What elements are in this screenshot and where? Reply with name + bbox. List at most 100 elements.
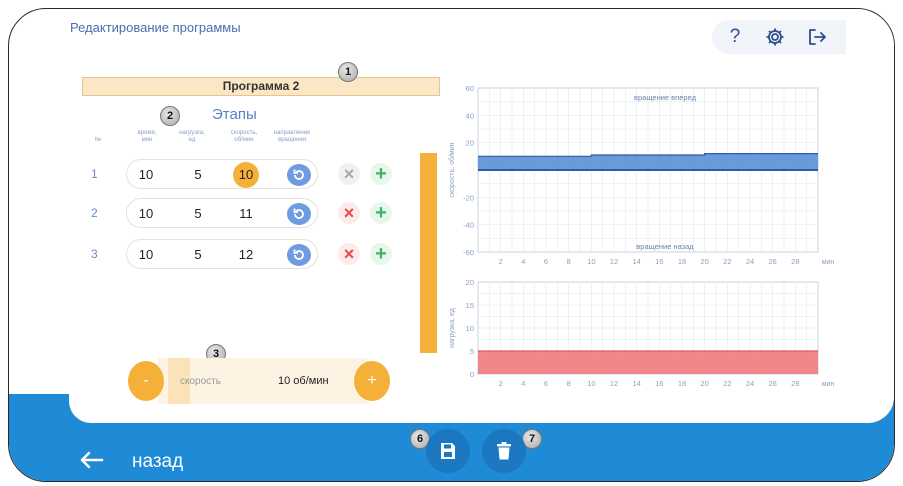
speed-chart-svg: 604020-20-40-602 4 6 8 10 12 14 16 18 20 22 24 26 28 м… <box>448 84 835 266</box>
add-stage-icon[interactable]: + <box>370 243 392 265</box>
x-tick-label: 4 <box>521 379 525 388</box>
x-tick-label: 10 <box>587 379 595 388</box>
x-tick-label: 2 <box>499 257 503 266</box>
stage-number: 1 <box>91 167 98 181</box>
x-tick-label: 26 <box>768 257 776 266</box>
remove-stage-icon[interactable]: × <box>338 163 360 185</box>
stage-load[interactable]: 5 <box>183 160 213 190</box>
remove-stage-icon[interactable]: × <box>338 202 360 224</box>
y-axis-label: скорость, об/мин <box>448 142 456 197</box>
x-tick-label: 20 <box>700 379 708 388</box>
y-tick-label: 20 <box>466 139 474 148</box>
gear-icon[interactable] <box>762 24 788 50</box>
column-header-time: время, мин <box>137 130 157 143</box>
x-tick-label: 14 <box>632 379 640 388</box>
series-area <box>478 351 818 374</box>
stage-row[interactable]: 10 5 11 <box>126 198 318 228</box>
rotate-direction-icon[interactable] <box>287 244 311 266</box>
page-title: Редактирование программы <box>70 20 241 35</box>
x-axis-unit: мин <box>822 381 835 388</box>
y-tick-label: -40 <box>463 221 474 230</box>
y-tick-label: 10 <box>466 324 474 333</box>
stage-load[interactable]: 5 <box>183 199 213 229</box>
logout-icon[interactable] <box>804 24 830 50</box>
annotation-backward: вращение назад <box>636 242 694 251</box>
x-tick-label: 4 <box>521 257 525 266</box>
program-name[interactable]: Программа 2 <box>82 77 440 96</box>
x-tick-label: 28 <box>791 379 799 388</box>
stage-row[interactable]: 10 5 12 <box>126 239 318 269</box>
x-tick-label: 12 <box>610 257 618 266</box>
stage-speed[interactable]: 11 <box>231 199 261 229</box>
column-header-direction: направление вращения <box>273 130 311 143</box>
annotation-forward: вращение вперед <box>634 93 697 102</box>
x-tick-label: 20 <box>700 257 708 266</box>
y-tick-label: 20 <box>466 278 474 287</box>
column-header-speed: скорость, об/мин <box>230 130 258 143</box>
x-tick-label: 24 <box>746 379 754 388</box>
stage-time[interactable]: 10 <box>131 199 161 229</box>
x-tick-label: 14 <box>632 257 640 266</box>
stage-speed[interactable]: 10 <box>233 162 259 188</box>
delete-button[interactable] <box>482 429 526 473</box>
y-tick-label: 5 <box>470 347 474 356</box>
stage-number: 3 <box>91 247 98 261</box>
load-chart-svg: 201510502 4 6 8 10 12 14 16 18 20 22 24 26 28 миннагру… <box>449 278 835 388</box>
stage-load[interactable]: 5 <box>183 240 213 270</box>
x-tick-label: 2 <box>499 379 503 388</box>
load-chart: 20 15 10 5 0 2 4 6 8 10 12 14 16 18 20 22 24 26 28 мин нагру… <box>440 276 840 391</box>
y-tick-label: 40 <box>466 111 474 120</box>
timeline-scroll-bar[interactable] <box>420 153 437 353</box>
stage-number: 2 <box>91 206 98 220</box>
y-tick-label: -20 <box>463 193 474 202</box>
y-tick-label: 0 <box>470 370 474 379</box>
x-tick-label: 22 <box>723 257 731 266</box>
callout-marker: 2 <box>160 106 180 126</box>
rotate-direction-icon[interactable] <box>287 164 311 186</box>
arrow-left-icon <box>78 446 108 477</box>
top-toolbar: ? <box>712 20 846 54</box>
x-tick-label: 22 <box>723 379 731 388</box>
x-tick-label: 8 <box>567 257 571 266</box>
x-tick-label: 18 <box>678 257 686 266</box>
x-axis-unit: мин <box>822 259 835 266</box>
x-tick-label: 18 <box>678 379 686 388</box>
x-tick-label: 24 <box>746 257 754 266</box>
x-tick-label: 28 <box>791 257 799 266</box>
column-header-load: нагрузка, ед <box>179 130 205 143</box>
save-button[interactable] <box>426 429 470 473</box>
back-label: назад <box>132 450 184 472</box>
y-axis-label: нагрузка, ед <box>449 308 456 348</box>
y-tick-label: 60 <box>466 84 474 93</box>
back-button[interactable]: назад <box>78 446 183 477</box>
x-tick-label: 16 <box>655 257 663 266</box>
speed-control: - скорость 10 об/мин + <box>128 358 390 404</box>
speed-increase-button[interactable]: + <box>354 361 390 401</box>
x-tick-label: 10 <box>587 257 595 266</box>
callout-marker: 1 <box>338 62 358 82</box>
stage-speed[interactable]: 12 <box>231 240 261 270</box>
x-tick-label: 26 <box>768 379 776 388</box>
y-tick-label: -60 <box>463 248 474 257</box>
speed-decrease-button[interactable]: - <box>128 361 164 401</box>
add-stage-icon[interactable]: + <box>370 163 392 185</box>
remove-stage-icon[interactable]: × <box>338 243 360 265</box>
add-stage-icon[interactable]: + <box>370 202 392 224</box>
x-tick-label: 6 <box>544 379 548 388</box>
stage-row[interactable]: 10 5 10 <box>126 159 318 189</box>
x-tick-label: 6 <box>544 257 548 266</box>
speed-label: скорость <box>180 376 221 387</box>
trash-icon <box>497 442 511 460</box>
rotate-direction-icon[interactable] <box>287 203 311 225</box>
x-tick-label: 16 <box>655 379 663 388</box>
y-tick-label: 15 <box>466 301 474 310</box>
x-tick-label: 8 <box>567 379 571 388</box>
column-header-number: № <box>94 137 102 143</box>
save-icon <box>441 443 455 459</box>
stage-time[interactable]: 10 <box>131 240 161 270</box>
stage-time[interactable]: 10 <box>131 160 161 190</box>
help-icon[interactable]: ? <box>722 24 748 50</box>
speed-chart: 60 40 20 -20 -40 -60 2 4 6 8 10 12 14 16 18 20 22 24 26 28 м… <box>440 82 840 272</box>
stages-title: Этапы <box>212 106 257 123</box>
speed-value: 10 об/мин <box>278 375 329 387</box>
